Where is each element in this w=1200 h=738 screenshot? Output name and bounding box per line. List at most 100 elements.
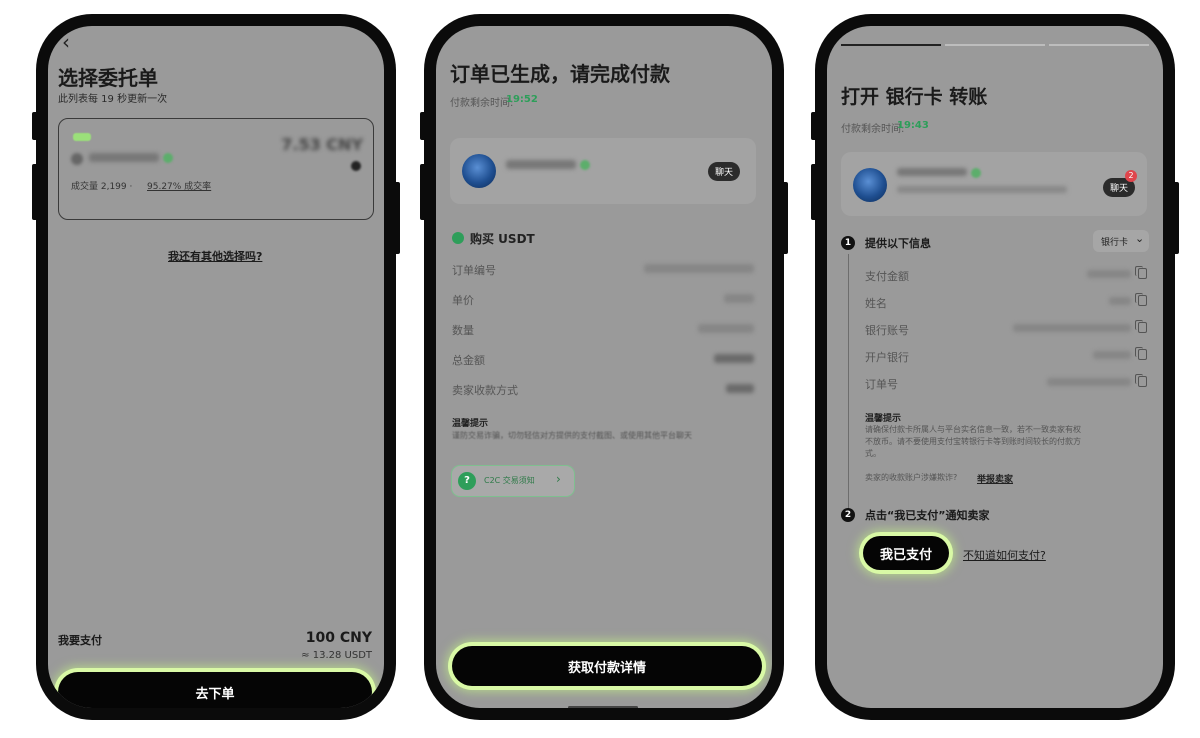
field-label: 姓名 <box>865 297 887 310</box>
help-icon: ? <box>458 472 476 490</box>
how-to-pay-link[interactable]: 不知道如何支付? <box>963 547 1046 563</box>
phone-frame-2: 订单已生成，请完成付款 付款剩余时间: 19:52 聊天 购买 USDT 订单编… <box>420 14 788 720</box>
timer-value: 19:52 <box>506 94 538 105</box>
chevron-right-icon: › <box>556 472 561 486</box>
phone-frame-1: ‹ 选择委托单 此列表每 19 秒更新一次 7.53 CNY 成交量 2,199… <box>32 14 400 720</box>
progress-segment <box>841 44 941 46</box>
avatar <box>71 153 83 165</box>
merchant-name-blurred <box>89 153 159 162</box>
offer-card[interactable]: 7.53 CNY 成交量 2,199 · 95.27% 成交率 <box>58 118 374 220</box>
refresh-hint: 此列表每 19 秒更新一次 <box>58 94 168 105</box>
offer-completion-rate: 95.27% 成交率 <box>147 182 212 192</box>
detail-label: 卖家收款方式 <box>452 384 518 397</box>
payment-method-icon <box>351 161 361 171</box>
page-title: 打开 银行卡 转账 <box>841 86 988 108</box>
seller-stats-blurred <box>897 186 1067 193</box>
detail-label: 单价 <box>452 294 474 307</box>
verified-icon <box>163 153 173 163</box>
seller-avatar <box>462 154 496 188</box>
tip-text: 不放币。请不要使用支付宝转银行卡等到账时间较长的付款方 <box>865 437 1081 446</box>
tip-text: 式。 <box>865 449 881 458</box>
chevron-down-icon: ⌄ <box>1135 232 1145 245</box>
field-value-blurred <box>1013 324 1131 332</box>
field-label: 支付金额 <box>865 270 909 283</box>
seller-card: 聊天 <box>450 138 756 204</box>
place-order-button[interactable]: 去下单 <box>58 672 372 708</box>
copy-icon[interactable] <box>1135 374 1147 387</box>
field-value-blurred <box>1087 270 1131 278</box>
merchant-badge <box>73 133 91 141</box>
volume-button <box>32 112 38 140</box>
power-button <box>394 182 400 254</box>
volume-button <box>811 112 817 140</box>
c2c-notice-chip[interactable]: ? C2C 交易须知 › <box>452 466 574 496</box>
copy-icon[interactable] <box>1135 320 1147 333</box>
volume-button <box>420 112 426 140</box>
detail-value-blurred <box>714 354 754 363</box>
verified-icon <box>971 168 981 178</box>
detail-value-blurred <box>698 324 754 333</box>
field-value-blurred <box>1109 297 1131 305</box>
pay-usdt-estimate: ≈ 13.28 USDT <box>301 650 372 661</box>
copy-icon[interactable] <box>1135 347 1147 360</box>
field-label: 订单号 <box>865 378 898 391</box>
copy-icon[interactable] <box>1135 293 1147 306</box>
progress-segment <box>1049 44 1149 46</box>
step-title: 提供以下信息 <box>865 237 931 250</box>
c2c-notice-label: C2C 交易须知 <box>484 476 535 485</box>
detail-label: 总金额 <box>452 354 485 367</box>
detail-label: 订单编号 <box>452 264 496 277</box>
step-number: 1 <box>841 236 855 250</box>
bank-transfer-screen: 打开 银行卡 转账 付款剩余时间: 19:43 聊天 2 1 提供以下信息 银行… <box>827 26 1163 708</box>
detail-value-blurred <box>724 294 754 303</box>
step-number: 2 <box>841 508 855 522</box>
tip-title: 温馨提示 <box>865 414 902 424</box>
field-value-blurred <box>1093 351 1131 359</box>
seller-card: 聊天 2 <box>841 152 1147 216</box>
get-payment-details-button[interactable]: 获取付款详情 <box>452 646 762 686</box>
tip-text: 请确保付款卡所属人与平台实名信息一致，若不一致卖家有权 <box>865 425 1081 434</box>
offer-price: 7.53 CNY <box>281 135 363 154</box>
detail-label: 数量 <box>452 324 474 337</box>
order-created-screen: 订单已生成，请完成付款 付款剩余时间: 19:52 聊天 购买 USDT 订单编… <box>436 26 772 708</box>
field-label: 开户银行 <box>865 351 909 364</box>
report-seller-link[interactable]: 举报卖家 <box>977 472 1013 485</box>
page-title: 选择委托单 <box>58 66 158 90</box>
tip-text: 谨防交易诈骗，切勿轻信对方提供的支付截图、或使用其他平台聊天 <box>452 431 692 440</box>
chat-button[interactable]: 聊天 <box>707 162 740 181</box>
timer-label: 付款剩余时间: <box>450 98 514 109</box>
power-button <box>782 182 788 254</box>
phone-frame-3: 打开 银行卡 转账 付款剩余时间: 19:43 聊天 2 1 提供以下信息 银行… <box>811 14 1179 720</box>
pay-label: 我要支付 <box>58 634 102 647</box>
step-title: 点击“我已支付”通知卖家 <box>865 509 990 522</box>
volume-button <box>32 164 38 220</box>
offer-volume: 成交量 2,199 · <box>71 182 133 192</box>
report-prompt: 卖家的收款账户涉嫌欺诈? <box>865 473 958 482</box>
timer-label: 付款剩余时间: <box>841 124 905 135</box>
progress-segment <box>945 44 1045 46</box>
buy-label: 购买 USDT <box>470 232 535 246</box>
seller-name-blurred <box>897 168 967 176</box>
timer-value: 19:43 <box>897 120 929 131</box>
home-indicator <box>568 706 638 708</box>
unread-badge: 2 <box>1125 170 1137 182</box>
field-value-blurred <box>1047 378 1131 386</box>
usdt-icon <box>452 232 464 244</box>
seller-name-blurred <box>506 160 576 169</box>
back-icon[interactable]: ‹ <box>62 30 70 54</box>
more-options-link[interactable]: 我还有其他选择吗? <box>168 248 262 264</box>
page-title: 订单已生成，请完成付款 <box>450 62 670 86</box>
field-label: 银行账号 <box>865 324 909 337</box>
payment-method-label: 银行卡 <box>1101 238 1129 248</box>
payment-method-select[interactable]: 银行卡 ⌄ <box>1093 230 1149 252</box>
verified-icon <box>580 160 590 170</box>
power-button <box>1173 182 1179 254</box>
copy-icon[interactable] <box>1135 266 1147 279</box>
detail-value-blurred <box>726 384 754 393</box>
tip-title: 温馨提示 <box>452 419 489 429</box>
volume-button <box>811 164 817 220</box>
pay-amount: 100 CNY <box>305 630 372 646</box>
select-offer-screen: ‹ 选择委托单 此列表每 19 秒更新一次 7.53 CNY 成交量 2,199… <box>48 26 384 708</box>
i-have-paid-button[interactable]: 我已支付 <box>863 536 949 570</box>
seller-avatar <box>853 168 887 202</box>
